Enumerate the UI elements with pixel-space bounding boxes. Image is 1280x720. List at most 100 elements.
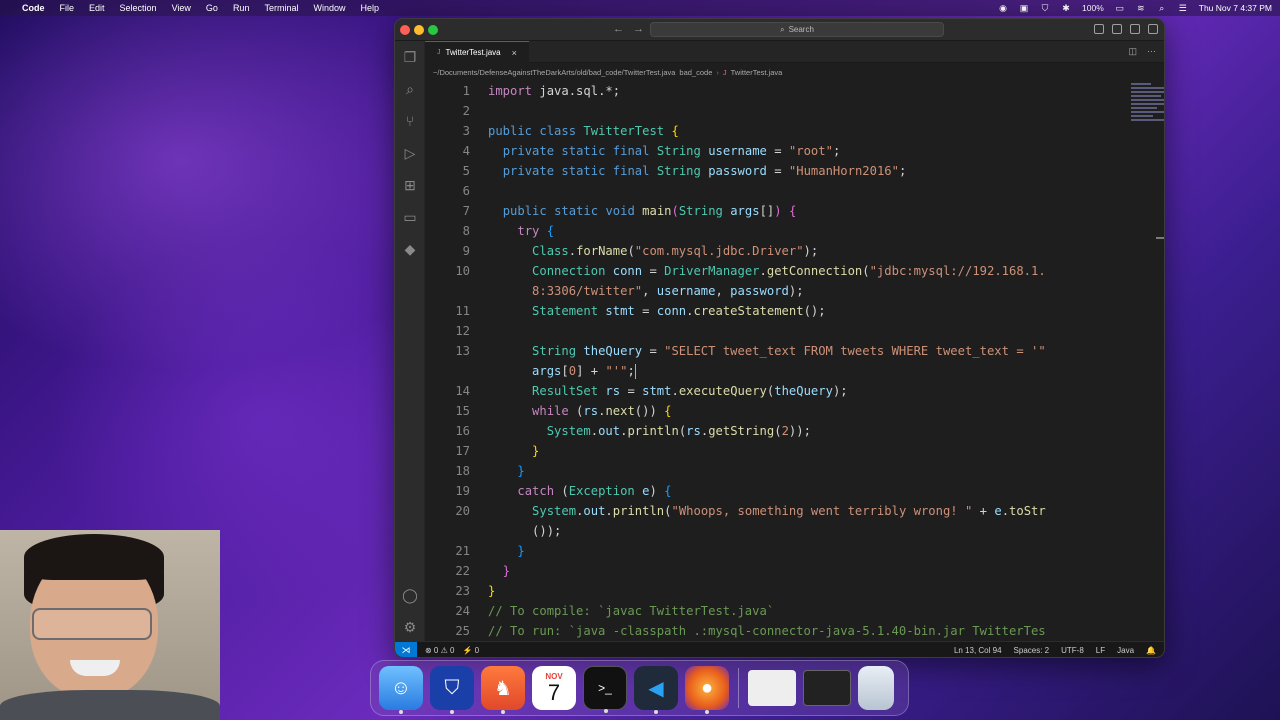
code-line-20[interactable]: System.out.println("Whoops, something we…	[488, 501, 1046, 521]
menu-run[interactable]: Run	[233, 3, 250, 13]
status-icon-1[interactable]: ◉	[998, 3, 1008, 13]
dock-calendar-icon[interactable]: NOV 7	[532, 666, 576, 710]
menu-terminal[interactable]: Terminal	[264, 3, 298, 13]
wifi-icon[interactable]: ≋	[1136, 3, 1146, 13]
macos-dock: ☺ ⛉ ♞ NOV 7 >_ ◀ ●	[370, 660, 909, 716]
code-line-7[interactable]: public static void main(String args[]) {	[488, 201, 797, 221]
running-indicator	[501, 710, 505, 714]
dock-bitwarden-icon[interactable]: ⛉	[430, 666, 474, 714]
docker-icon[interactable]: ◆	[402, 241, 418, 257]
extensions-icon[interactable]: ⊞	[402, 177, 418, 193]
code-line-9[interactable]: Class.forName("com.mysql.jdbc.Driver");	[488, 241, 818, 261]
menu-edit[interactable]: Edit	[89, 3, 105, 13]
toggle-sidebar-icon[interactable]	[1094, 24, 1104, 34]
code-line-17[interactable]: }	[488, 441, 539, 461]
code-line-3[interactable]: public class TwitterTest {	[488, 121, 679, 141]
code-line-18[interactable]: }	[488, 461, 524, 481]
shield-icon[interactable]: ⛉	[1040, 3, 1050, 13]
code-line-10[interactable]: Connection conn = DriverManager.getConne…	[488, 261, 1046, 281]
code-line-10-wrap[interactable]: 8:3306/twitter", username, password);	[488, 281, 804, 301]
menu-window[interactable]: Window	[313, 3, 345, 13]
indentation[interactable]: Spaces: 2	[1014, 646, 1050, 655]
customize-layout-icon[interactable]	[1148, 24, 1158, 34]
toggle-secondary-sidebar-icon[interactable]	[1130, 24, 1140, 34]
nav-forward-icon[interactable]: →	[633, 23, 644, 35]
code-line-11[interactable]: Statement stmt = conn.createStatement();	[488, 301, 826, 321]
menubar-datetime[interactable]: Thu Nov 7 4:37 PM	[1199, 3, 1272, 13]
battery-icon[interactable]: ▭	[1115, 3, 1125, 13]
accounts-icon[interactable]: ◯	[402, 587, 418, 603]
dock-trash-icon[interactable]	[858, 666, 894, 710]
code-line-13-wrap[interactable]: args[0] + "'";	[488, 361, 636, 381]
code-line-1[interactable]: import java.sql.*;	[488, 81, 620, 101]
dock-minimized-window-1-icon[interactable]	[748, 670, 796, 706]
code-line-24[interactable]: // To compile: `javac TwitterTest.java`	[488, 601, 774, 621]
remote-explorer-icon[interactable]: ▭	[402, 209, 418, 225]
ports-count[interactable]: ⚡ 0	[462, 646, 479, 655]
nav-back-icon[interactable]: ←	[613, 23, 624, 35]
window-minimize-button[interactable]	[414, 25, 424, 35]
search-view-icon[interactable]: ⌕	[402, 81, 418, 97]
line-number: 16	[455, 424, 470, 438]
line-number: 25	[455, 624, 470, 638]
line-number: 6	[462, 184, 470, 198]
dock-vscode-icon[interactable]: ◀	[634, 666, 678, 714]
dock-finder-icon[interactable]: ☺	[379, 666, 423, 714]
menu-file[interactable]: File	[60, 3, 75, 13]
language-mode[interactable]: Java	[1117, 646, 1134, 655]
macos-menubar: Code File Edit Selection View Go Run Ter…	[0, 0, 1280, 16]
code-line-25[interactable]: // To run: `java -classpath .:mysql-conn…	[488, 621, 1046, 641]
minimap[interactable]	[1131, 81, 1164, 141]
toggle-panel-icon[interactable]	[1112, 24, 1122, 34]
code-editor[interactable]: 1 import java.sql.*; 2 3 public class Twit…	[425, 81, 1164, 649]
dock-firefox-icon[interactable]: ●	[685, 666, 729, 714]
screen-share-icon[interactable]: ▣	[1019, 3, 1029, 13]
code-line-8[interactable]: try {	[488, 221, 554, 241]
dock-minimized-window-2-icon[interactable]	[803, 670, 851, 706]
code-line-21[interactable]: }	[488, 541, 524, 561]
notifications-bell-icon[interactable]: 🔔	[1146, 646, 1156, 655]
run-debug-icon[interactable]: ▷	[402, 145, 418, 161]
control-center-icon[interactable]: ☰	[1178, 3, 1188, 13]
tab-twittertest-java[interactable]: J TwitterTest.java ×	[425, 41, 529, 63]
encoding[interactable]: UTF-8	[1061, 646, 1084, 655]
code-line-15[interactable]: while (rs.next()) {	[488, 401, 671, 421]
breadcrumb-file[interactable]: TwitterTest.java	[731, 68, 783, 77]
breadcrumb-path[interactable]: ~/Documents/DefenseAgainstTheDarkArts/ol…	[433, 68, 675, 77]
code-line-16[interactable]: System.out.println(rs.getString(2));	[488, 421, 811, 441]
code-line-19[interactable]: catch (Exception e) {	[488, 481, 671, 501]
code-line-13[interactable]: String theQuery = "SELECT tweet_text FRO…	[488, 341, 1046, 361]
menu-app-name[interactable]: Code	[22, 3, 45, 13]
spotlight-search-icon[interactable]: ⌕	[1157, 3, 1167, 13]
window-close-button[interactable]	[400, 25, 410, 35]
menu-view[interactable]: View	[172, 3, 191, 13]
dock-terminal-icon[interactable]: >_	[583, 666, 627, 713]
battery-percent: 100%	[1082, 3, 1104, 13]
end-of-line[interactable]: LF	[1096, 646, 1105, 655]
code-line-20-wrap[interactable]: ());	[488, 521, 561, 541]
code-line-4[interactable]: private static final String username = "…	[488, 141, 841, 161]
command-center-search[interactable]: ⌕ Search	[650, 22, 944, 37]
breadcrumb-folder[interactable]: bad_code	[679, 68, 712, 77]
code-line-23[interactable]: }	[488, 581, 495, 601]
remote-indicator-icon[interactable]: ⋊	[395, 641, 417, 657]
source-control-icon[interactable]: ⑂	[402, 113, 418, 129]
tab-close-icon[interactable]: ×	[512, 48, 517, 58]
explorer-icon[interactable]: ❐	[402, 49, 418, 65]
code-line-22[interactable]: }	[488, 561, 510, 581]
menu-go[interactable]: Go	[206, 3, 218, 13]
window-maximize-button[interactable]	[428, 25, 438, 35]
more-actions-icon[interactable]: ⋯	[1147, 46, 1156, 57]
dock-brave-icon[interactable]: ♞	[481, 666, 525, 714]
settings-gear-icon[interactable]: ⚙	[402, 619, 418, 635]
bluetooth-icon[interactable]: ✱	[1061, 3, 1071, 13]
split-editor-icon[interactable]: ◫	[1128, 46, 1137, 57]
code-line-14[interactable]: ResultSet rs = stmt.executeQuery(theQuer…	[488, 381, 848, 401]
problems-count[interactable]: ⊗ 0 ⚠ 0	[425, 646, 454, 655]
menu-help[interactable]: Help	[360, 3, 379, 13]
menu-selection[interactable]: Selection	[120, 3, 157, 13]
cursor-position[interactable]: Ln 13, Col 94	[954, 646, 1002, 655]
line-number: 7	[462, 204, 470, 218]
code-line-5[interactable]: private static final String password = "…	[488, 161, 907, 181]
vertical-scrollbar[interactable]	[1156, 237, 1164, 239]
